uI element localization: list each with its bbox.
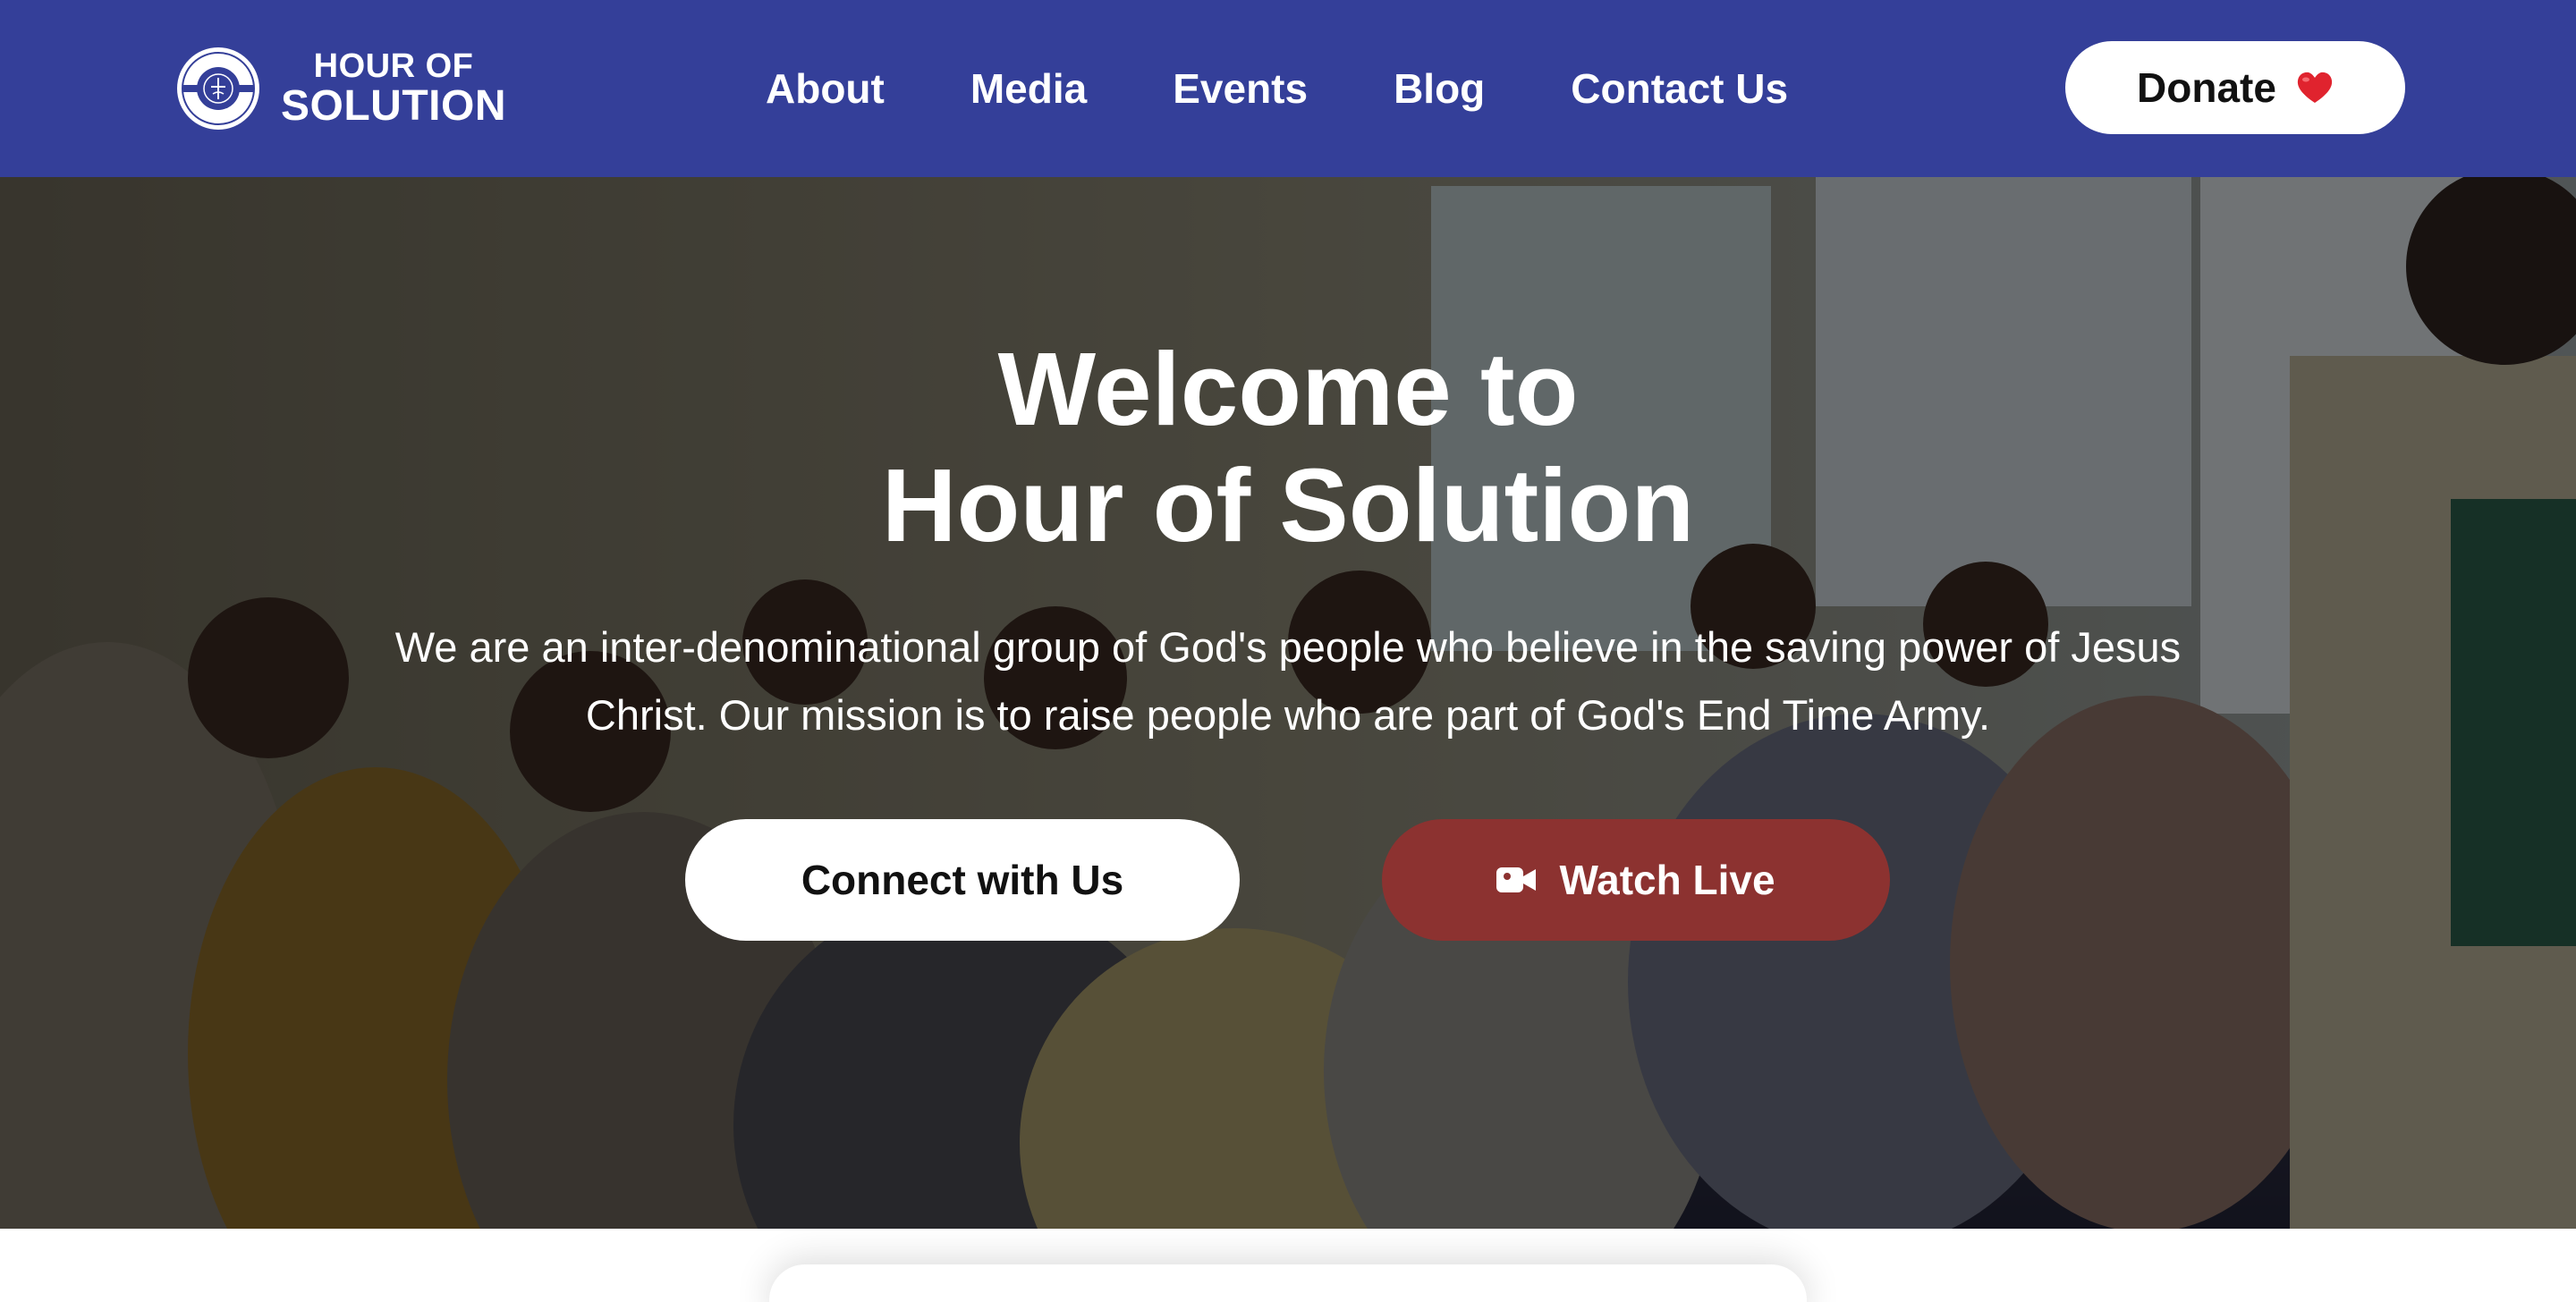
donate-button[interactable]: Donate	[2065, 41, 2405, 134]
logo-wordmark: HOUR OF SOLUTION	[281, 49, 506, 128]
hero-title-line2: Hour of Solution	[881, 447, 1695, 563]
nav-about[interactable]: About	[766, 64, 885, 113]
hero-description: We are an inter-denominational group of …	[394, 623, 2182, 739]
nav-media[interactable]: Media	[970, 64, 1087, 113]
hero-content: Welcome to Hour of Solution We are an in…	[0, 177, 2576, 1229]
donate-label: Donate	[2137, 64, 2276, 111]
video-camera-icon	[1496, 867, 1537, 892]
next-section	[0, 1229, 2576, 1302]
watch-live-label: Watch Live	[1559, 857, 1775, 903]
page: HOUR OF SOLUTION About Media Events Blog…	[0, 0, 2576, 1302]
heart-icon	[2297, 72, 2333, 103]
floating-card	[769, 1264, 1807, 1302]
hero-title: Welcome to Hour of Solution	[0, 331, 2576, 563]
watch-live-button[interactable]: Watch Live	[1382, 819, 1890, 941]
site-logo[interactable]: HOUR OF SOLUTION	[175, 45, 506, 132]
nav-blog[interactable]: Blog	[1394, 64, 1485, 113]
logo-line2: SOLUTION	[281, 82, 506, 130]
logo-line1: HOUR OF	[313, 47, 474, 85]
hero-title-line1: Welcome to	[997, 331, 1579, 447]
nav-events[interactable]: Events	[1173, 64, 1308, 113]
hero-section: Welcome to Hour of Solution We are an in…	[0, 177, 2576, 1229]
site-header: HOUR OF SOLUTION About Media Events Blog…	[0, 0, 2576, 177]
connect-with-us-button[interactable]: Connect with Us	[685, 819, 1240, 941]
church-seal-logo-icon	[177, 47, 259, 130]
nav-contact-us[interactable]: Contact Us	[1571, 64, 1788, 113]
main-nav: About Media Events Blog Contact Us	[766, 0, 1788, 177]
